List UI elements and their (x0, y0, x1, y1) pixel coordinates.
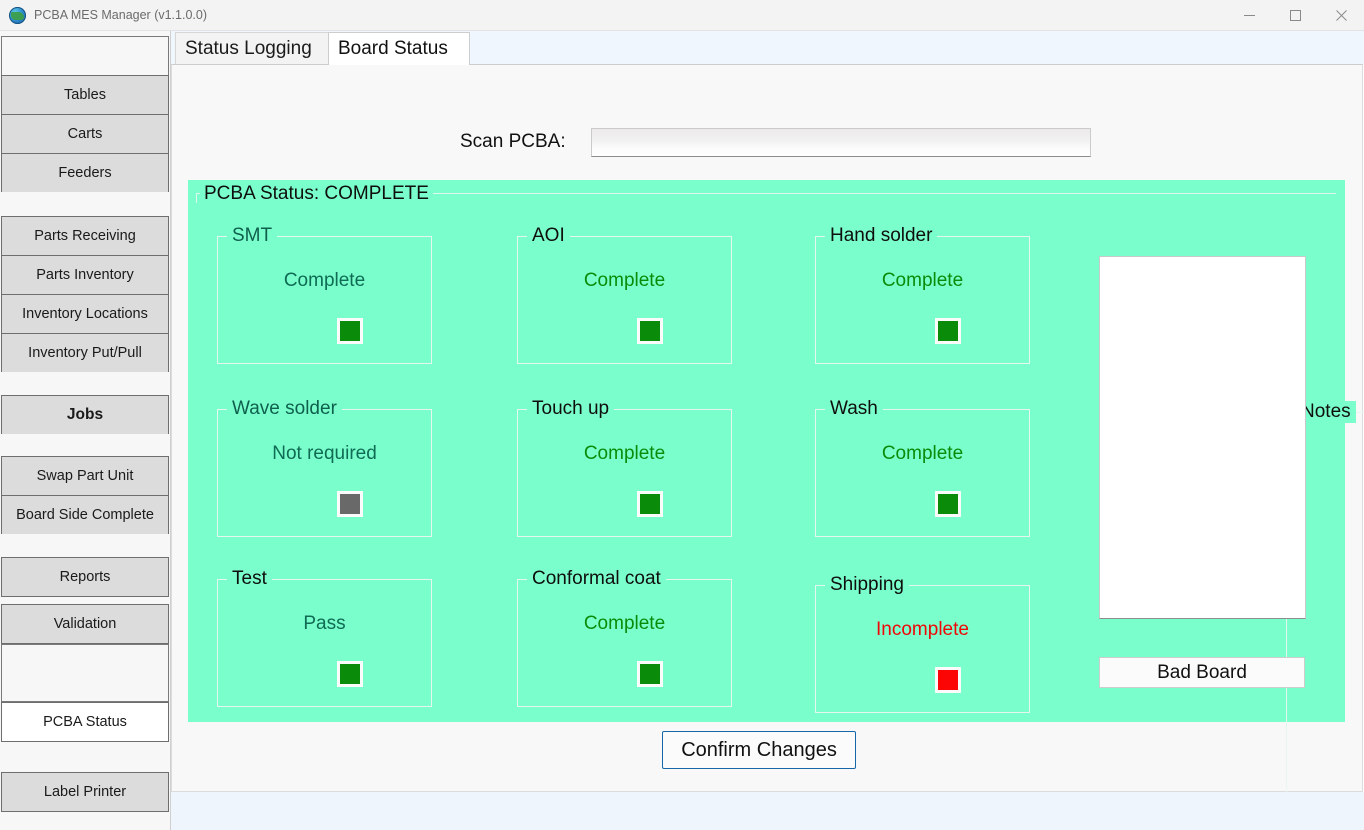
sidebar-item-reports[interactable]: Reports (1, 557, 169, 597)
sidebar-spacer (1, 192, 169, 216)
station-title-conformal-coat: Conformal coat (527, 568, 666, 590)
station-group-hand-solder: Hand solder (815, 225, 1030, 364)
sidebar-item-label: Jobs (66, 406, 104, 423)
pcba-status-title: PCBA Status: COMPLETE (200, 183, 433, 205)
sidebar-item-label: Board Side Complete (16, 507, 154, 523)
sidebar-item-feeders[interactable]: Feeders (1, 153, 169, 193)
bottom-strip (171, 792, 1364, 830)
sidebar-item-label: Label Printer (43, 784, 127, 800)
panel-border-tick (196, 193, 197, 203)
scan-pcba-label: Scan PCBA: (460, 131, 566, 152)
station-swatch-shipping[interactable] (935, 667, 961, 693)
sidebar-empty-panel (1, 644, 169, 702)
sidebar-item-label: Reports (59, 569, 111, 585)
station-swatch-test[interactable] (337, 661, 363, 687)
station-value-test: Pass (303, 613, 346, 634)
station-value-hand-solder: Complete (881, 270, 964, 291)
sidebar-item-label: Parts Inventory (36, 267, 134, 283)
application-window: PCBA MES Manager (v1.1.0.0) Tables Carts F… (0, 0, 1364, 830)
sidebar-item-pcba-status[interactable]: PCBA Status (1, 702, 169, 742)
sidebar-item-validation[interactable]: Validation (1, 604, 169, 644)
station-group-test: Test (217, 568, 432, 707)
station-value-wash: Complete (881, 443, 964, 464)
window-controls (1226, 0, 1364, 31)
sidebar-spacer (1, 534, 169, 557)
station-value-conformal-coat: Complete (583, 613, 666, 634)
station-group-touch-up: Touch up (517, 398, 732, 537)
station-value-smt: Complete (283, 270, 366, 291)
station-group-conformal-coat: Conformal coat (517, 568, 732, 707)
station-title-wave-solder: Wave solder (227, 398, 342, 420)
sidebar-item-board-side-complete[interactable]: Board Side Complete (1, 495, 169, 535)
sidebar-item-parts-receiving[interactable]: Parts Receiving (1, 216, 169, 256)
sidebar-item-label-printer[interactable]: Label Printer (1, 772, 169, 812)
sidebar-item-inventory-put-pull[interactable]: Inventory Put/Pull (1, 333, 169, 373)
minimize-icon[interactable] (1226, 0, 1272, 31)
confirm-changes-button[interactable]: Confirm Changes (662, 731, 856, 769)
window-title: PCBA MES Manager (v1.1.0.0) (34, 8, 207, 22)
title-bar: PCBA MES Manager (v1.1.0.0) (0, 0, 1364, 31)
station-value-shipping: Incomplete (876, 619, 969, 640)
sidebar-spacer (1, 372, 169, 395)
station-title-smt: SMT (227, 225, 278, 247)
sidebar-item-swap-part-unit[interactable]: Swap Part Unit (1, 456, 169, 496)
sidebar-item-label: Inventory Locations (22, 306, 148, 322)
station-title-touch-up: Touch up (527, 398, 615, 420)
station-swatch-smt[interactable] (337, 318, 363, 344)
sidebar-item-label: Inventory Put/Pull (28, 345, 142, 361)
station-group-shipping: Shipping (815, 574, 1030, 713)
app-globe-icon (9, 7, 26, 24)
station-value-wave-solder: Not required (272, 443, 377, 464)
station-swatch-touch-up[interactable] (637, 491, 663, 517)
tab-label: Status Logging (185, 38, 312, 59)
station-title-test: Test (227, 568, 272, 590)
sidebar-item-label: PCBA Status (43, 714, 127, 730)
sidebar-item-label: Feeders (58, 165, 112, 181)
sidebar-item-label: Validation (53, 616, 117, 632)
sidebar-item-label: Swap Part Unit (36, 468, 134, 484)
sidebar-item-carts[interactable]: Carts (1, 114, 169, 154)
station-title-hand-solder: Hand solder (825, 225, 938, 247)
station-value-aoi: Complete (583, 270, 666, 291)
sidebar-item-label: Carts (67, 126, 103, 142)
tab-status-logging[interactable]: Status Logging (175, 32, 329, 65)
sidebar-spacer (1, 742, 169, 772)
sidebar-spacer (1, 812, 169, 830)
tab-label: Board Status (338, 38, 448, 59)
station-group-wave-solder: Wave solder (217, 398, 432, 537)
station-title-wash: Wash (825, 398, 883, 420)
tab-strip: Status Logging Board Status (171, 31, 1364, 65)
station-swatch-wave-solder[interactable] (337, 491, 363, 517)
tab-board-status[interactable]: Board Status (328, 32, 470, 65)
station-swatch-hand-solder[interactable] (935, 318, 961, 344)
sidebar-item-inventory-locations[interactable]: Inventory Locations (1, 294, 169, 334)
close-icon[interactable] (1318, 0, 1364, 31)
bad-board-button[interactable]: Bad Board (1099, 657, 1305, 688)
sidebar-spacer (1, 597, 169, 604)
station-group-smt: SMT (217, 225, 432, 364)
station-title-aoi: AOI (527, 225, 570, 247)
sidebar-item-label: Tables (64, 87, 106, 103)
station-group-wash: Wash (815, 398, 1030, 537)
station-swatch-conformal-coat[interactable] (637, 661, 663, 687)
sidebar-empty-panel (1, 36, 169, 76)
station-swatch-aoi[interactable] (637, 318, 663, 344)
sidebar: Tables Carts Feeders Parts Receiving Parts I… (0, 31, 171, 830)
sidebar-item-label: Parts Receiving (34, 228, 136, 244)
station-swatch-wash[interactable] (935, 491, 961, 517)
sidebar-item-tables[interactable]: Tables (1, 75, 169, 115)
station-value-touch-up: Complete (583, 443, 666, 464)
maximize-icon[interactable] (1272, 0, 1318, 31)
station-title-shipping: Shipping (825, 574, 909, 596)
sidebar-spacer (1, 434, 169, 456)
scan-pcba-input[interactable] (591, 128, 1091, 157)
sidebar-item-parts-inventory[interactable]: Parts Inventory (1, 255, 169, 295)
sidebar-item-jobs[interactable]: Jobs (1, 395, 169, 435)
station-group-aoi: AOI (517, 225, 732, 364)
notes-textarea[interactable] (1099, 256, 1306, 619)
